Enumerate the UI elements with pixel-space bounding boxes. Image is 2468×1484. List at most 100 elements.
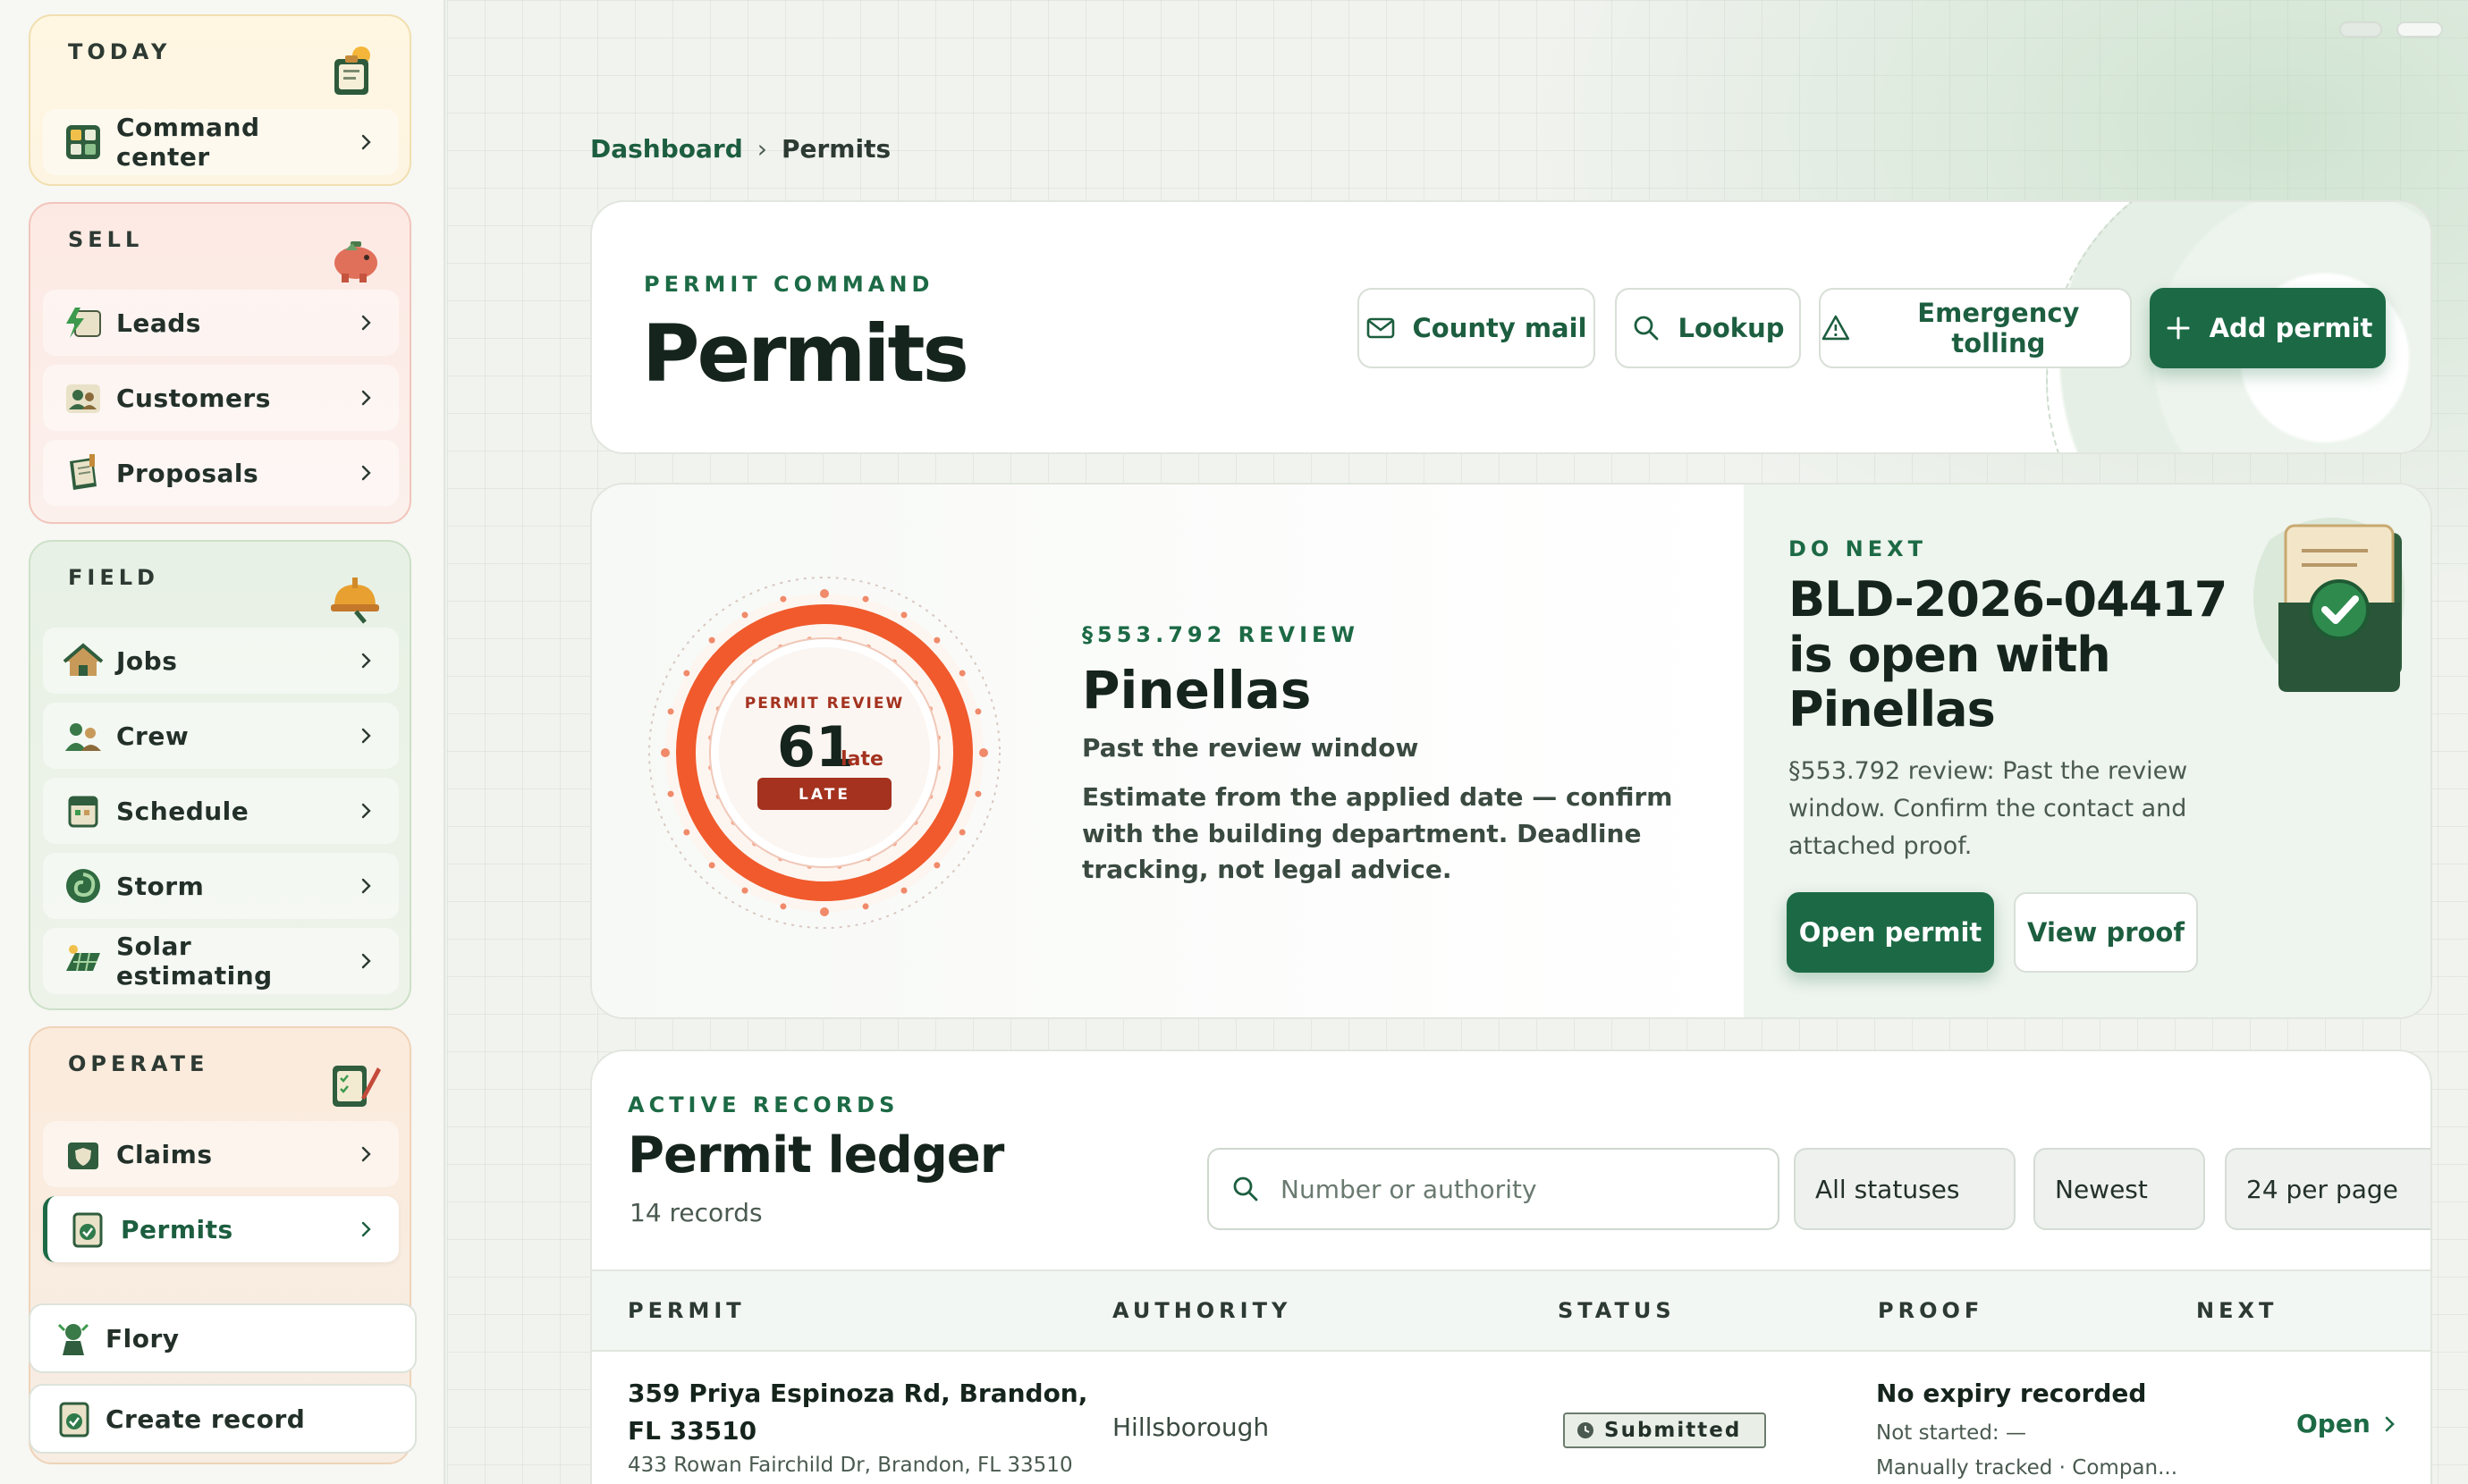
sidebar-item-label: Customers — [116, 383, 271, 413]
breadcrumb-separator: › — [756, 134, 767, 164]
mail-icon — [1367, 317, 1395, 339]
crew-icon — [65, 723, 101, 751]
dial-dot — [934, 862, 941, 869]
sidebar-item-crew[interactable]: Crew — [43, 703, 399, 769]
sidebar-item-schedule[interactable]: Schedule — [43, 778, 399, 844]
sidebar-item-label: Jobs — [116, 645, 178, 676]
review-disclaimer: Estimate from the applied date — confirm… — [1082, 782, 1673, 885]
button-label: Lookup — [1678, 313, 1785, 343]
table-row[interactable]: 359 Priya Espinoza Rd, Brandon, FL 33510… — [592, 1352, 2430, 1484]
proof-summary: No expiry recorded — [1876, 1379, 2147, 1408]
sidebar-item-leads[interactable]: Leads — [43, 290, 399, 356]
column-header-status[interactable]: STATUS — [1558, 1298, 1676, 1323]
create-record-button[interactable]: Create record — [29, 1384, 417, 1454]
dial-dot — [975, 790, 982, 797]
house-icon — [63, 643, 104, 676]
column-header-permit[interactable]: PERMIT — [628, 1298, 746, 1323]
sidebar-item-label: Crew — [116, 721, 190, 751]
do-next-description: §553.792 review: Past the review window.… — [1788, 757, 2188, 860]
chevron-right-icon — [2385, 1416, 2395, 1431]
page-header-card: PERMIT COMMAND Permits County mail Looku… — [590, 200, 2432, 454]
permit-ledger-card: ACTIVE RECORDS Permit ledger 14 records … — [590, 1050, 2432, 1484]
piggy-bank-icon — [334, 241, 377, 282]
dial-dot — [667, 708, 674, 715]
sidebar-item-label: Solar estimating — [116, 932, 273, 991]
late-badge: LATE — [799, 786, 850, 804]
permit-address: 359 Priya Espinoza Rd, Brandon, FL 33510 — [628, 1379, 1088, 1446]
dial-dot — [820, 589, 829, 598]
select-value: Newest — [2055, 1174, 2148, 1204]
dial-unit: late — [841, 748, 883, 771]
shield-folder-icon — [68, 1143, 98, 1169]
dial-dot — [959, 829, 966, 836]
dial-dot — [741, 611, 748, 619]
assistant-avatar-icon — [57, 1323, 89, 1355]
dial-caption: PERMIT REVIEW — [745, 695, 904, 712]
nav-group-title: TODAY — [68, 39, 172, 64]
search-input[interactable] — [1280, 1174, 1763, 1204]
sidebar-item-storm[interactable]: Storm — [43, 853, 399, 919]
view-proof-button[interactable]: View proof — [2014, 892, 2198, 973]
chevron-right-icon — [361, 315, 371, 331]
sidebar: TODAY Command center SELL Leads Customer… — [0, 0, 445, 1484]
sort-select[interactable]: Newest — [2033, 1148, 2205, 1230]
column-header-authority[interactable]: AUTHORITY — [1112, 1298, 1291, 1323]
dial-dot — [900, 887, 908, 894]
ledger-eyebrow: ACTIVE RECORDS — [628, 1092, 900, 1117]
do-next-title: BLD-2026-04417 is open with Pinellas — [1788, 571, 2227, 738]
nav-group-today: TODAY Command center — [29, 14, 411, 186]
chevron-right-icon — [361, 803, 371, 819]
sidebar-item-proposals[interactable]: Proposals — [43, 440, 399, 506]
lookup-button[interactable]: Lookup — [1615, 288, 1801, 368]
review-eyebrow: §553.792 REVIEW — [1082, 622, 1359, 647]
nav-group-title: OPERATE — [68, 1051, 209, 1076]
sidebar-item-solar-estimating[interactable]: Solar estimating — [43, 928, 399, 994]
chevron-right-icon — [361, 1146, 371, 1162]
solar-panel-icon — [66, 945, 100, 972]
search-icon — [1233, 1176, 1258, 1202]
sidebar-item-label: Claims — [116, 1139, 213, 1169]
sidebar-item-customers[interactable]: Customers — [43, 365, 399, 431]
add-permit-button[interactable]: Add permit — [2150, 288, 2386, 368]
sidebar-item-label: Storm — [116, 871, 205, 901]
select-value: 24 per page — [2246, 1174, 2398, 1204]
sidebar-item-flory[interactable]: Flory — [29, 1303, 417, 1373]
window-control[interactable] — [2396, 21, 2443, 38]
open-permit-button[interactable]: Open permit — [1787, 892, 1994, 973]
chevron-right-icon — [361, 953, 371, 969]
sidebar-item-permits[interactable]: Permits — [43, 1196, 399, 1262]
proof-detail-line: Manually tracked · Compan... — [1876, 1456, 2178, 1480]
breadcrumb-link-dashboard[interactable]: Dashboard — [590, 134, 743, 164]
record-count: 14 records — [630, 1198, 763, 1227]
sidebar-item-jobs[interactable]: Jobs — [43, 628, 399, 694]
button-label: View proof — [2027, 917, 2185, 948]
status-filter-select[interactable]: All statuses — [1794, 1148, 2016, 1230]
do-next-eyebrow: DO NEXT — [1788, 536, 1928, 561]
page-eyebrow: PERMIT COMMAND — [644, 272, 934, 297]
dial-dot — [683, 670, 690, 677]
emergency-tolling-button[interactable]: Emergency tolling — [1819, 288, 2132, 368]
column-header-proof[interactable]: PROOF — [1878, 1298, 1983, 1323]
chevron-right-icon — [361, 878, 371, 894]
button-label: Emergency tolling — [1917, 298, 2080, 358]
page-title: Permits — [642, 308, 969, 400]
checklist-pen-icon — [333, 1066, 381, 1107]
chevron-right-icon — [361, 1221, 371, 1237]
dial-dot — [975, 708, 982, 715]
nav-group-sell: SELL Leads Customers Proposals — [29, 202, 411, 524]
storm-swirl-icon — [66, 869, 100, 903]
county-mail-button[interactable]: County mail — [1357, 288, 1595, 368]
dial-dot — [959, 670, 966, 677]
dial-dot — [661, 748, 670, 757]
per-page-select[interactable]: 24 per page — [2225, 1148, 2430, 1230]
sidebar-item-command-center[interactable]: Command center — [43, 109, 399, 175]
dial-dot — [780, 595, 787, 603]
open-permit-link[interactable]: Open — [2296, 1409, 2399, 1438]
chevron-right-icon — [361, 653, 371, 669]
sidebar-item-label: Schedule — [116, 796, 249, 826]
sidebar-item-claims[interactable]: Claims — [43, 1121, 399, 1187]
window-control[interactable] — [2339, 21, 2382, 38]
dial-dot — [708, 862, 715, 869]
nav-group-field: FIELD Jobs Crew Schedule Storm Solar est… — [29, 540, 411, 1010]
dial-dot — [820, 907, 829, 916]
